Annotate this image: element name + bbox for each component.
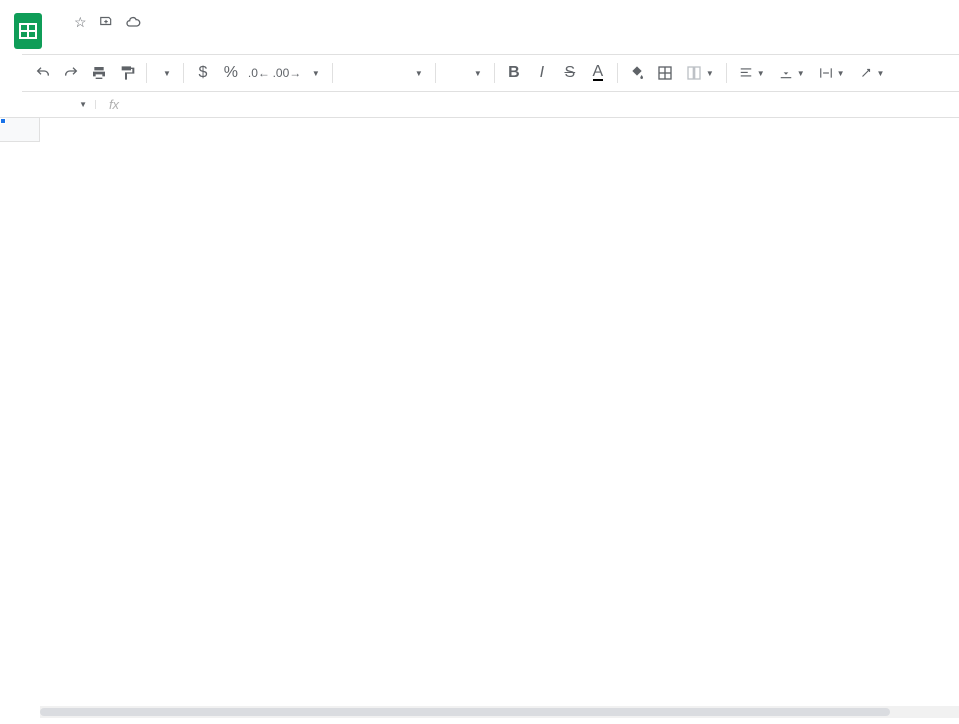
- cloud-icon: [125, 14, 141, 30]
- bold-button[interactable]: B: [501, 60, 527, 86]
- wrap-icon: [819, 66, 833, 80]
- select-all-corner[interactable]: [0, 118, 40, 142]
- toolbar: ▼ $ % .0← .00→ ▼ ▼ ▼ B I S A ▼ ▼ ▼ ▼ ▼: [22, 54, 959, 92]
- align-bottom-icon: [779, 66, 793, 80]
- name-box[interactable]: ▼: [0, 100, 96, 109]
- currency-button[interactable]: $: [190, 60, 216, 86]
- merge-icon: [686, 65, 702, 81]
- font-dropdown[interactable]: ▼: [339, 60, 429, 86]
- fill-color-button[interactable]: [624, 60, 650, 86]
- font-size-dropdown[interactable]: ▼: [442, 60, 488, 86]
- move-icon[interactable]: [99, 14, 113, 31]
- chevron-down-icon: ▼: [79, 100, 87, 109]
- doc-title[interactable]: [56, 21, 64, 23]
- strikethrough-button[interactable]: S: [557, 60, 583, 86]
- separator: [494, 63, 495, 83]
- spreadsheet-grid[interactable]: [0, 118, 959, 718]
- chevron-down-icon: ▼: [797, 69, 805, 78]
- menu-edit[interactable]: [72, 40, 88, 48]
- menu-bar: [56, 36, 947, 54]
- menu-data[interactable]: [136, 40, 152, 48]
- chevron-down-icon: ▼: [837, 69, 845, 78]
- number-format-dropdown[interactable]: ▼: [302, 60, 326, 86]
- fx-icon: fx: [96, 97, 132, 112]
- scrollbar-thumb[interactable]: [40, 708, 890, 716]
- undo-button[interactable]: [30, 60, 56, 86]
- v-align-button[interactable]: ▼: [773, 60, 811, 86]
- chevron-down-icon: ▼: [877, 69, 885, 78]
- chevron-down-icon: ▼: [706, 69, 714, 78]
- align-left-icon: [739, 66, 753, 80]
- chevron-down-icon: ▼: [163, 69, 171, 78]
- chevron-down-icon: ▼: [757, 69, 765, 78]
- print-button[interactable]: [86, 60, 112, 86]
- text-wrap-button[interactable]: ▼: [813, 60, 851, 86]
- menu-file[interactable]: [56, 40, 72, 48]
- dec-decimal-button[interactable]: .0←: [246, 60, 272, 86]
- chevron-down-icon: ▼: [474, 69, 482, 78]
- menu-format[interactable]: [120, 40, 136, 48]
- separator: [617, 63, 618, 83]
- drive-status[interactable]: [125, 14, 145, 30]
- menu-tools[interactable]: [152, 40, 168, 48]
- borders-button[interactable]: [652, 60, 678, 86]
- paint-format-button[interactable]: [114, 60, 140, 86]
- chevron-down-icon: ▼: [415, 69, 423, 78]
- text-color-button[interactable]: A: [585, 60, 611, 86]
- percent-button[interactable]: %: [218, 60, 244, 86]
- separator: [435, 63, 436, 83]
- separator: [146, 63, 147, 83]
- h-align-button[interactable]: ▼: [733, 60, 771, 86]
- zoom-dropdown[interactable]: ▼: [153, 60, 177, 86]
- menu-insert[interactable]: [104, 40, 120, 48]
- rotation-icon: [859, 66, 873, 80]
- separator: [183, 63, 184, 83]
- separator: [332, 63, 333, 83]
- merge-cells-button[interactable]: ▼: [680, 60, 720, 86]
- menu-view[interactable]: [88, 40, 104, 48]
- inc-decimal-button[interactable]: .00→: [274, 60, 300, 86]
- redo-button[interactable]: [58, 60, 84, 86]
- sheets-logo[interactable]: [12, 11, 44, 51]
- separator: [726, 63, 727, 83]
- chevron-down-icon: ▼: [312, 69, 320, 78]
- star-icon[interactable]: ☆: [74, 14, 87, 31]
- horizontal-scrollbar[interactable]: [40, 706, 959, 718]
- italic-button[interactable]: I: [529, 60, 555, 86]
- menu-extensions[interactable]: [168, 40, 184, 48]
- text-rotation-button[interactable]: ▼: [853, 60, 891, 86]
- menu-help[interactable]: [184, 40, 200, 48]
